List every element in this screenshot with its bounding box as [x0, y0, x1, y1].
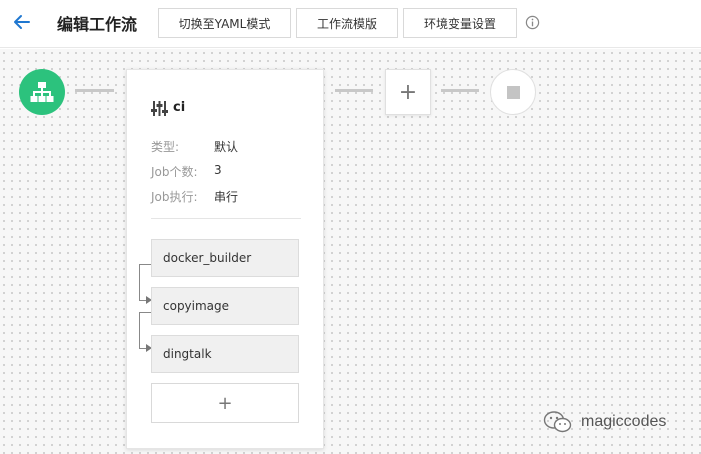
divider	[151, 218, 301, 219]
page-title: 编辑工作流	[57, 15, 138, 34]
prop-label-job-exec: Job执行:	[151, 190, 198, 204]
prop-label-type: 类型:	[151, 140, 180, 154]
add-job-button[interactable]: +	[151, 383, 299, 423]
connector-line	[441, 89, 479, 92]
job-item-copyimage[interactable]: copyimage	[151, 287, 299, 325]
end-node	[490, 69, 536, 115]
workflow-canvas	[0, 49, 701, 454]
info-icon[interactable]	[525, 15, 540, 30]
job-item-docker-builder[interactable]: docker_builder	[151, 239, 299, 277]
header-bar: 编辑工作流 切换至YAML模式 工作流模版 环境变量设置	[0, 0, 701, 48]
wechat-icon	[543, 411, 572, 433]
connector-line	[75, 89, 114, 92]
job-link-line	[139, 312, 140, 348]
switch-yaml-button[interactable]: 切换至YAML模式	[158, 8, 291, 38]
prop-value-job-exec: 串行	[214, 190, 239, 204]
job-item-dingtalk[interactable]: dingtalk	[151, 335, 299, 373]
env-settings-button[interactable]: 环境变量设置	[403, 8, 517, 38]
start-node[interactable]	[19, 69, 65, 115]
back-arrow-icon[interactable]	[12, 12, 32, 32]
job-link-line	[139, 264, 151, 265]
job-link-line	[139, 312, 151, 313]
connector-line	[335, 89, 373, 92]
prop-label-job-count: Job个数:	[151, 165, 198, 179]
watermark: magiccodes	[543, 409, 666, 435]
stop-icon	[506, 85, 520, 99]
add-stage-button[interactable]: +	[385, 69, 431, 115]
watermark-text: magiccodes	[581, 413, 667, 430]
prop-value-type: 默认	[214, 140, 239, 154]
stage-name: ci	[173, 100, 186, 115]
workflow-template-button[interactable]: 工作流模版	[296, 8, 398, 38]
settings-sliders-icon	[151, 101, 168, 116]
hierarchy-icon	[30, 82, 54, 102]
prop-value-job-count: 3	[214, 163, 222, 177]
job-link-line	[139, 264, 140, 300]
stage-card[interactable]: ci 类型: 默认 Job个数: 3 Job执行: 串行 docker_buil…	[126, 69, 324, 449]
